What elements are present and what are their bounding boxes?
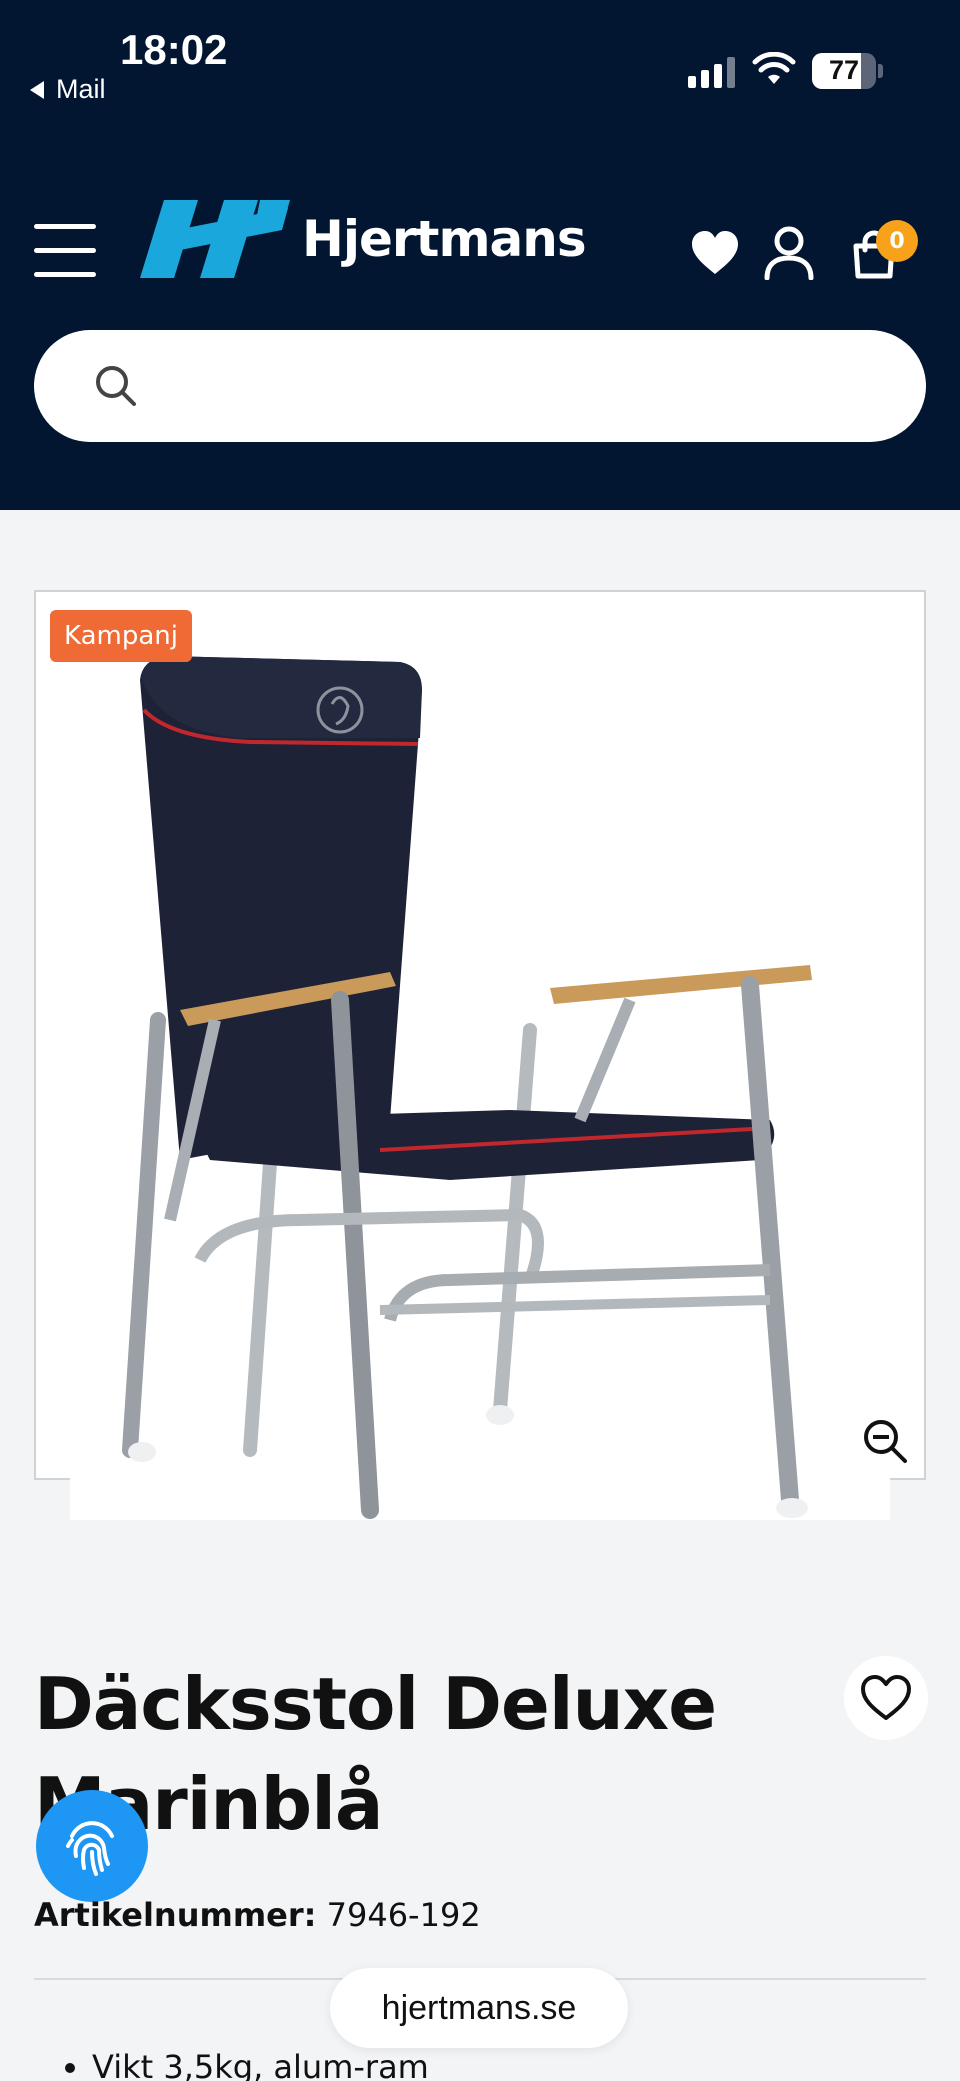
wishlist-heart-icon[interactable] xyxy=(690,230,740,276)
brand-logo[interactable]: Hjertmans xyxy=(136,200,587,278)
product-image-deck-chair xyxy=(122,656,812,1519)
heart-outline-icon xyxy=(861,1675,911,1720)
back-app-label: Mail xyxy=(56,74,106,104)
battery-level: 77 xyxy=(828,55,860,85)
brand-name: Hjertmans xyxy=(302,210,587,268)
search-input[interactable] xyxy=(162,369,926,403)
campaign-badge: Kampanj xyxy=(50,610,192,662)
search-bar[interactable] xyxy=(34,330,926,442)
article-number-value: 7946-192 xyxy=(326,1896,481,1934)
article-number-label: Artikelnummer: xyxy=(34,1896,317,1934)
feature-item: Vikt 3,5kg, alum-ram xyxy=(92,2048,429,2081)
wifi-icon xyxy=(752,52,796,84)
article-number: Artikelnummer: 7946-192 xyxy=(34,1896,481,1934)
cellular-signal-icon xyxy=(688,56,735,88)
battery-tip xyxy=(878,64,883,78)
fingerprint-widget-button[interactable] xyxy=(36,1790,148,1902)
browser-url-bar[interactable]: hjertmans.se xyxy=(330,1968,628,2048)
back-arrow-icon xyxy=(30,80,44,99)
add-to-wishlist-button[interactable] xyxy=(844,1656,928,1740)
status-time: 18:02 xyxy=(120,26,228,73)
product-features-list: Vikt 3,5kg, alum-ram xyxy=(92,2048,429,2081)
cart-count-badge: 0 xyxy=(876,220,918,262)
fingerprint-icon xyxy=(66,1821,114,1876)
account-user-icon[interactable] xyxy=(764,226,814,280)
product-title: Däcksstol Deluxe Marinblå xyxy=(34,1662,717,1846)
hjertmans-logo-icon xyxy=(140,200,290,278)
menu-button[interactable] xyxy=(34,224,96,278)
zoom-out-icon[interactable] xyxy=(862,1418,908,1464)
back-to-app[interactable]: Mail xyxy=(30,74,106,105)
search-icon xyxy=(96,366,136,406)
battery-icon: 77 xyxy=(812,53,876,89)
